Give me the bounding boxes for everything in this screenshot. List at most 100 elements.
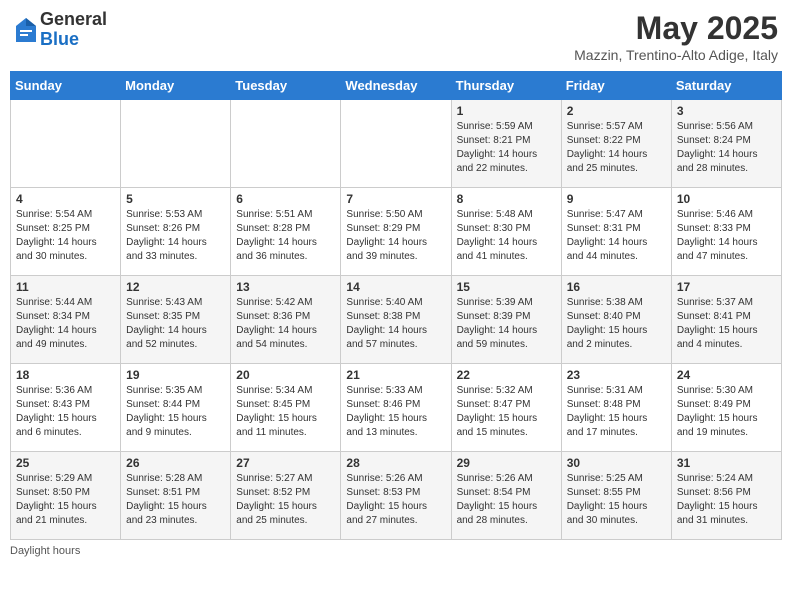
day-number: 23 <box>567 368 666 382</box>
day-info: Sunrise: 5:24 AMSunset: 8:56 PMDaylight:… <box>677 472 776 528</box>
calendar-cell: 12Sunrise: 5:43 AMSunset: 8:35 PMDayligh… <box>121 276 231 364</box>
day-info: Sunrise: 5:48 AMSunset: 8:30 PMDaylight:… <box>457 208 556 264</box>
calendar-week-row: 18 Sunrise: 5:36 AMSunset: 8:43 PMDayligh… <box>11 364 782 452</box>
day-number: 21 <box>346 368 445 382</box>
day-info: Sunrise: 5:25 AMSunset: 8:55 PMDaylight:… <box>567 472 666 528</box>
title-section: May 2025 Mazzin, Trentino-Alto Adige, It… <box>574 10 778 63</box>
day-info: Sunrise: 5:54 AMSunset: 8:25 PMDaylight:… <box>16 208 115 264</box>
day-number: 2 <box>567 104 666 118</box>
day-info: Sunrise: 5:26 AMSunset: 8:54 PMDaylight:… <box>457 472 556 528</box>
day-info: Sunrise: 5:43 AMSunset: 8:35 PMDaylight:… <box>126 296 225 352</box>
calendar-day-header: Wednesday <box>341 72 451 100</box>
logo-icon <box>14 16 38 44</box>
day-info: Sunrise: 5:33 AMSunset: 8:46 PMDaylight:… <box>346 384 445 440</box>
day-info: Sunrise: 5:56 AMSunset: 8:24 PMDaylight:… <box>677 120 776 176</box>
day-number: 4 <box>16 192 115 206</box>
day-number: 18 <box>16 368 115 382</box>
calendar-cell: 27Sunrise: 5:27 AMSunset: 8:52 PMDayligh… <box>231 452 341 540</box>
calendar-cell: 5 Sunrise: 5:53 AMSunset: 8:26 PMDaylight… <box>121 188 231 276</box>
calendar-day-header: Sunday <box>11 72 121 100</box>
day-number: 3 <box>677 104 776 118</box>
calendar-cell <box>231 100 341 188</box>
logo-text: General Blue <box>40 10 107 50</box>
day-info: Sunrise: 5:30 AMSunset: 8:49 PMDaylight:… <box>677 384 776 440</box>
calendar-cell: 15Sunrise: 5:39 AMSunset: 8:39 PMDayligh… <box>451 276 561 364</box>
calendar-cell: 8 Sunrise: 5:48 AMSunset: 8:30 PMDaylight… <box>451 188 561 276</box>
day-number: 27 <box>236 456 335 470</box>
calendar-cell <box>11 100 121 188</box>
calendar-week-row: 1 Sunrise: 5:59 AMSunset: 8:21 PMDaylight… <box>11 100 782 188</box>
day-number: 19 <box>126 368 225 382</box>
day-info: Sunrise: 5:26 AMSunset: 8:53 PMDaylight:… <box>346 472 445 528</box>
day-number: 8 <box>457 192 556 206</box>
calendar-table: SundayMondayTuesdayWednesdayThursdayFrid… <box>10 71 782 540</box>
day-info: Sunrise: 5:46 AMSunset: 8:33 PMDaylight:… <box>677 208 776 264</box>
day-number: 30 <box>567 456 666 470</box>
day-number: 6 <box>236 192 335 206</box>
day-number: 11 <box>16 280 115 294</box>
day-info: Sunrise: 5:53 AMSunset: 8:26 PMDaylight:… <box>126 208 225 264</box>
calendar-cell: 11Sunrise: 5:44 AMSunset: 8:34 PMDayligh… <box>11 276 121 364</box>
day-info: Sunrise: 5:37 AMSunset: 8:41 PMDaylight:… <box>677 296 776 352</box>
calendar-day-header: Thursday <box>451 72 561 100</box>
calendar-day-header: Tuesday <box>231 72 341 100</box>
day-info: Sunrise: 5:57 AMSunset: 8:22 PMDaylight:… <box>567 120 666 176</box>
calendar-cell: 20 Sunrise: 5:34 AMSunset: 8:45 PMDayligh… <box>231 364 341 452</box>
day-number: 17 <box>677 280 776 294</box>
day-number: 9 <box>567 192 666 206</box>
calendar-cell: 4 Sunrise: 5:54 AMSunset: 8:25 PMDaylight… <box>11 188 121 276</box>
day-number: 16 <box>567 280 666 294</box>
calendar-week-row: 4 Sunrise: 5:54 AMSunset: 8:25 PMDaylight… <box>11 188 782 276</box>
page-header: General Blue May 2025 Mazzin, Trentino-A… <box>10 10 782 63</box>
calendar-cell: 7Sunrise: 5:50 AMSunset: 8:29 PMDaylight… <box>341 188 451 276</box>
calendar-cell: 16Sunrise: 5:38 AMSunset: 8:40 PMDayligh… <box>561 276 671 364</box>
day-number: 28 <box>346 456 445 470</box>
day-info: Sunrise: 5:36 AMSunset: 8:43 PMDaylight:… <box>16 384 115 440</box>
day-number: 26 <box>126 456 225 470</box>
logo-blue: Blue <box>40 30 107 50</box>
calendar-week-row: 11Sunrise: 5:44 AMSunset: 8:34 PMDayligh… <box>11 276 782 364</box>
day-number: 13 <box>236 280 335 294</box>
day-info: Sunrise: 5:31 AMSunset: 8:48 PMDaylight:… <box>567 384 666 440</box>
day-number: 15 <box>457 280 556 294</box>
calendar-cell: 13Sunrise: 5:42 AMSunset: 8:36 PMDayligh… <box>231 276 341 364</box>
logo-general: General <box>40 10 107 30</box>
day-number: 7 <box>346 192 445 206</box>
calendar-cell: 1 Sunrise: 5:59 AMSunset: 8:21 PMDaylight… <box>451 100 561 188</box>
calendar-cell: 30 Sunrise: 5:25 AMSunset: 8:55 PMDayligh… <box>561 452 671 540</box>
month-year: May 2025 <box>574 10 778 47</box>
calendar-cell: 17 Sunrise: 5:37 AMSunset: 8:41 PMDayligh… <box>671 276 781 364</box>
day-info: Sunrise: 5:32 AMSunset: 8:47 PMDaylight:… <box>457 384 556 440</box>
day-info: Sunrise: 5:59 AMSunset: 8:21 PMDaylight:… <box>457 120 556 176</box>
calendar-cell: 25 Sunrise: 5:29 AMSunset: 8:50 PMDayligh… <box>11 452 121 540</box>
day-number: 1 <box>457 104 556 118</box>
calendar-cell: 3 Sunrise: 5:56 AMSunset: 8:24 PMDaylight… <box>671 100 781 188</box>
day-number: 29 <box>457 456 556 470</box>
day-number: 5 <box>126 192 225 206</box>
calendar-week-row: 25 Sunrise: 5:29 AMSunset: 8:50 PMDayligh… <box>11 452 782 540</box>
day-number: 22 <box>457 368 556 382</box>
calendar-header-row: SundayMondayTuesdayWednesdayThursdayFrid… <box>11 72 782 100</box>
calendar-cell: 14Sunrise: 5:40 AMSunset: 8:38 PMDayligh… <box>341 276 451 364</box>
day-number: 20 <box>236 368 335 382</box>
day-number: 31 <box>677 456 776 470</box>
calendar-cell: 6 Sunrise: 5:51 AMSunset: 8:28 PMDaylight… <box>231 188 341 276</box>
footer-note: Daylight hours <box>10 545 782 557</box>
location: Mazzin, Trentino-Alto Adige, Italy <box>574 47 778 63</box>
calendar-cell: 26Sunrise: 5:28 AMSunset: 8:51 PMDayligh… <box>121 452 231 540</box>
day-number: 25 <box>16 456 115 470</box>
calendar-cell: 29 Sunrise: 5:26 AMSunset: 8:54 PMDayligh… <box>451 452 561 540</box>
day-info: Sunrise: 5:29 AMSunset: 8:50 PMDaylight:… <box>16 472 115 528</box>
calendar-cell: 10Sunrise: 5:46 AMSunset: 8:33 PMDayligh… <box>671 188 781 276</box>
calendar-cell: 31 Sunrise: 5:24 AMSunset: 8:56 PMDayligh… <box>671 452 781 540</box>
calendar-cell: 28 Sunrise: 5:26 AMSunset: 8:53 PMDayligh… <box>341 452 451 540</box>
calendar-cell: 19Sunrise: 5:35 AMSunset: 8:44 PMDayligh… <box>121 364 231 452</box>
day-number: 24 <box>677 368 776 382</box>
calendar-cell: 18 Sunrise: 5:36 AMSunset: 8:43 PMDayligh… <box>11 364 121 452</box>
calendar-cell <box>121 100 231 188</box>
day-info: Sunrise: 5:51 AMSunset: 8:28 PMDaylight:… <box>236 208 335 264</box>
calendar-cell: 24 Sunrise: 5:30 AMSunset: 8:49 PMDayligh… <box>671 364 781 452</box>
calendar-cell: 21 Sunrise: 5:33 AMSunset: 8:46 PMDayligh… <box>341 364 451 452</box>
day-info: Sunrise: 5:34 AMSunset: 8:45 PMDaylight:… <box>236 384 335 440</box>
calendar-cell <box>341 100 451 188</box>
